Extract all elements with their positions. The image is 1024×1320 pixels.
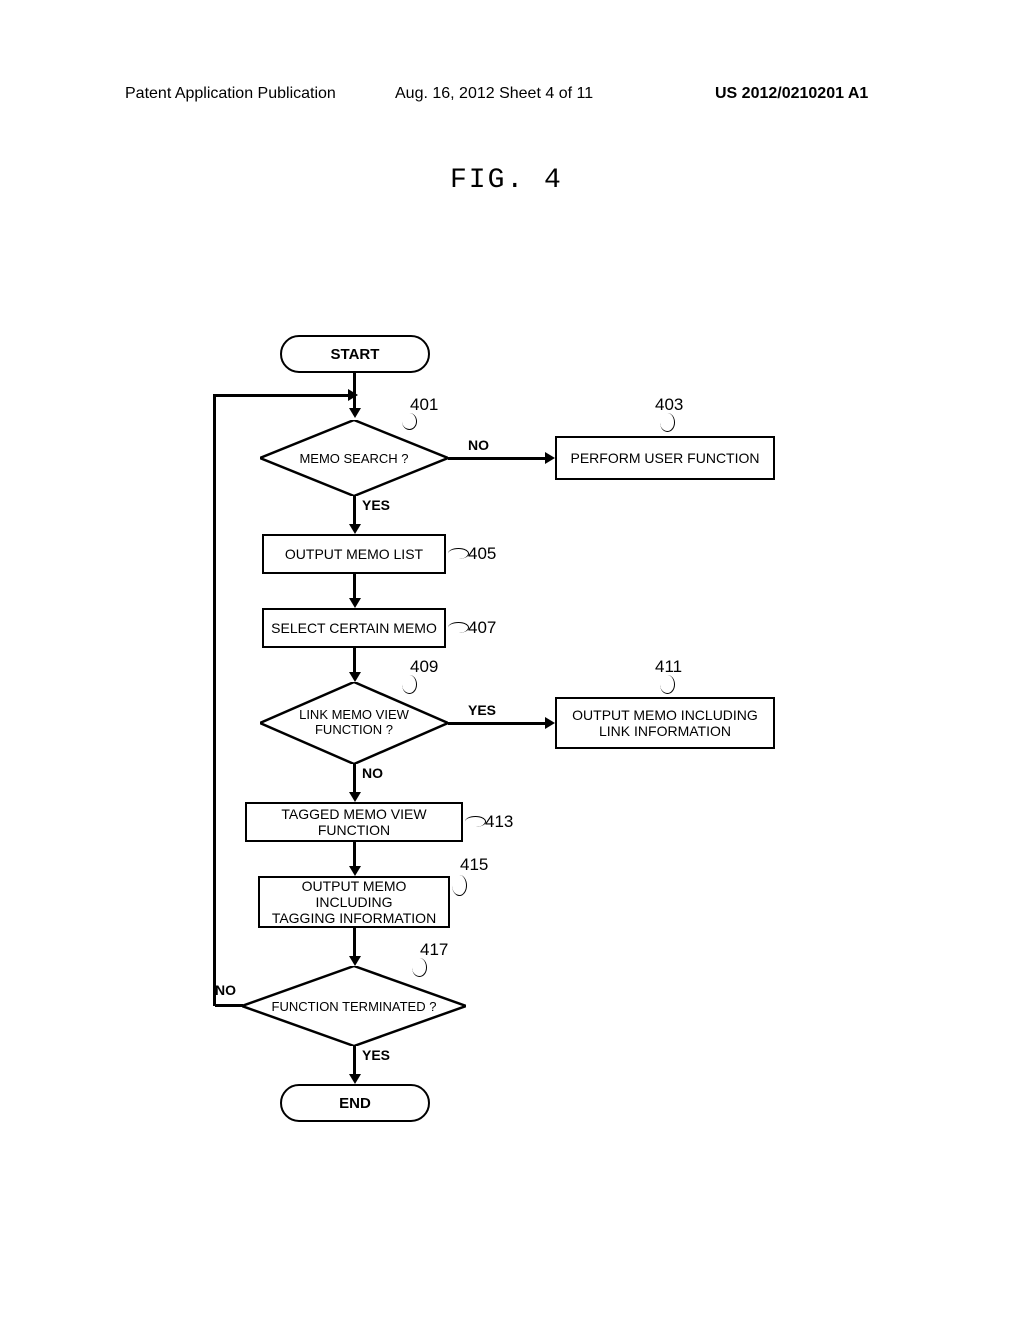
edge	[448, 722, 548, 725]
callout-curve	[660, 675, 675, 694]
callout-415: 415	[460, 855, 488, 875]
callout-curve	[412, 958, 427, 977]
header-left: Patent Application Publication	[125, 85, 336, 103]
branch-no-409: NO	[362, 765, 383, 781]
box-label: OUTPUT MEMO LIST	[285, 546, 423, 562]
callout-curve	[660, 413, 675, 432]
callout-curve	[452, 875, 467, 896]
box-output-memo-list: OUTPUT MEMO LIST	[262, 534, 446, 574]
edge	[448, 457, 548, 460]
callout-417: 417	[420, 940, 448, 960]
callout-curve	[465, 816, 486, 827]
box-label: PERFORM USER FUNCTION	[571, 450, 760, 466]
header-right: US 2012/0210201 A1	[715, 85, 868, 103]
arrow	[349, 792, 361, 802]
figure-title: FIG. 4	[450, 165, 563, 196]
callout-curve	[402, 413, 417, 430]
arrow	[349, 672, 361, 682]
callout-curve	[448, 548, 469, 559]
callout-405: 405	[468, 544, 496, 564]
box-select-certain-memo: SELECT CERTAIN MEMO	[262, 608, 446, 648]
arrow	[349, 598, 361, 608]
box-output-memo-tagging: OUTPUT MEMO INCLUDING TAGGING INFORMATIO…	[258, 876, 450, 928]
branch-yes-401: YES	[362, 497, 390, 513]
edge	[213, 394, 353, 397]
end-label: END	[339, 1095, 371, 1112]
branch-yes-417: YES	[362, 1047, 390, 1063]
decision-function-terminated: FUNCTION TERMINATED ?	[242, 966, 466, 1046]
callout-407: 407	[468, 618, 496, 638]
callout-403: 403	[655, 395, 683, 415]
box-label: OUTPUT MEMO INCLUDING LINK INFORMATION	[572, 707, 758, 739]
callout-401: 401	[410, 395, 438, 415]
callout-curve	[402, 675, 417, 694]
branch-no-417: NO	[215, 982, 236, 998]
start-label: START	[331, 346, 380, 363]
box-output-memo-link: OUTPUT MEMO INCLUDING LINK INFORMATION	[555, 697, 775, 749]
arrow	[349, 866, 361, 876]
arrow	[349, 956, 361, 966]
decision-memo-search: MEMO SEARCH ?	[260, 420, 448, 496]
callout-curve	[448, 622, 469, 633]
box-label: SELECT CERTAIN MEMO	[271, 620, 437, 636]
end-node: END	[280, 1084, 430, 1122]
box-label: OUTPUT MEMO INCLUDING TAGGING INFORMATIO…	[266, 878, 442, 926]
arrow	[349, 408, 361, 418]
decision-link-memo-view: LINK MEMO VIEW FUNCTION ?	[260, 682, 448, 764]
header-center: Aug. 16, 2012 Sheet 4 of 11	[395, 85, 593, 103]
arrow	[349, 524, 361, 534]
edge	[213, 394, 216, 1006]
arrow	[348, 389, 358, 401]
arrow	[545, 452, 555, 464]
branch-yes-409: YES	[468, 702, 496, 718]
start-node: START	[280, 335, 430, 373]
box-tagged-memo-view: TAGGED MEMO VIEW FUNCTION	[245, 802, 463, 842]
box-perform-user-function: PERFORM USER FUNCTION	[555, 436, 775, 480]
arrow	[349, 1074, 361, 1084]
callout-409: 409	[410, 657, 438, 677]
branch-no-401: NO	[468, 437, 489, 453]
callout-411: 411	[655, 657, 682, 677]
callout-413: 413	[485, 812, 513, 832]
box-label: TAGGED MEMO VIEW FUNCTION	[253, 806, 455, 838]
edge	[215, 1004, 243, 1007]
arrow	[545, 717, 555, 729]
